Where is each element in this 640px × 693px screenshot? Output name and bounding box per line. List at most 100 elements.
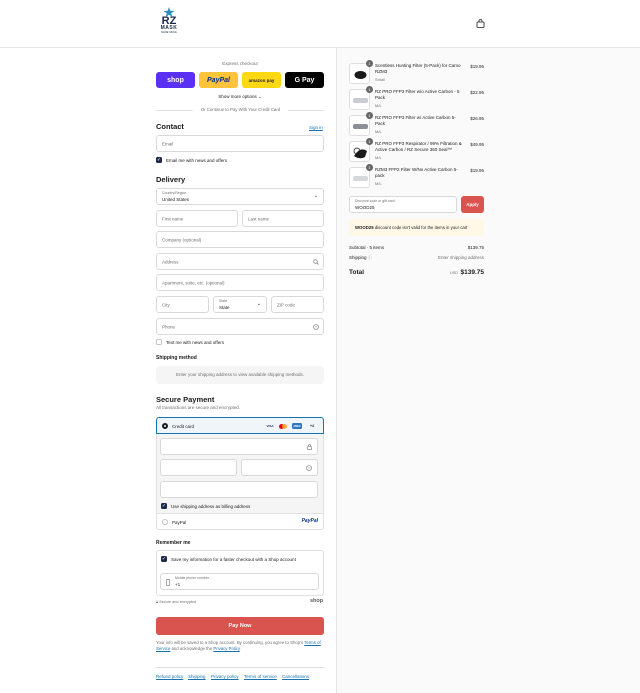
product-variant: M/L — [375, 129, 382, 134]
first-name-placeholder: First name — [162, 216, 184, 221]
amazon-pay-button[interactable]: amazon pay — [242, 72, 281, 88]
payment-subtitle: All transactions are secure and encrypte… — [156, 405, 241, 410]
respirator-mask-icon — [353, 147, 367, 159]
product-variant: Small — [375, 77, 386, 82]
terms-of-service-footer-link[interactable]: Terms of service — [244, 674, 277, 679]
phone-field[interactable]: Phone ? — [156, 318, 324, 335]
product-price: $19.95 — [470, 168, 484, 173]
discount-error-banner: WOOD25 discount code isn't valid for the… — [349, 219, 484, 236]
discount-code-field[interactable]: Discount code or gift card WOOD25 — [349, 196, 457, 213]
svg-text:?: ? — [308, 466, 310, 470]
help-circle-icon[interactable]: ⓘ — [368, 255, 372, 260]
product-price: $19.95 — [470, 64, 484, 69]
lock-icon — [307, 444, 312, 450]
google-pay-button[interactable]: G Pay — [285, 72, 324, 88]
search-icon — [313, 259, 319, 265]
paypal-radio[interactable] — [162, 519, 168, 525]
secure-encrypted-note: 🔒︎ Secure and encrypted — [156, 600, 196, 604]
use-shipping-label: Use shipping address as billing address — [171, 504, 251, 509]
city-field[interactable]: City — [156, 296, 209, 313]
chevron-down-icon: ⌄ — [258, 94, 262, 99]
text-news-checkbox[interactable] — [156, 339, 162, 345]
divider-left — [156, 110, 193, 111]
phone-placeholder: Phone — [162, 324, 176, 329]
logo-tag-text: MADE SINCE — [161, 31, 177, 34]
email-news-checkbox[interactable]: ✓ — [156, 157, 162, 163]
quantity-badge: 1 — [366, 164, 373, 171]
apply-label: Apply — [466, 202, 479, 207]
apartment-field[interactable]: Apartment, suite, etc. (optional) — [156, 274, 324, 291]
quantity-badge: 1 — [366, 112, 373, 119]
country-value: United States — [162, 197, 190, 202]
paypal-button[interactable]: PayPal — [199, 72, 238, 88]
apartment-placeholder: Apartment, suite, etc. (optional) — [162, 280, 225, 285]
quantity-badge: 1 — [366, 138, 373, 145]
pay-now-button[interactable]: Pay Now — [156, 617, 324, 635]
product-variant: M/L — [375, 155, 382, 160]
shopping-bag-icon[interactable] — [476, 19, 485, 28]
paypal-logo-icon: PayPal — [301, 518, 318, 524]
text-news-label: Text me with news and offers — [166, 340, 224, 345]
shipping-link[interactable]: Shipping — [188, 674, 206, 679]
more-cards-badge: +4 — [310, 424, 314, 428]
expiration-field[interactable] — [160, 459, 237, 476]
shop-logo: shop — [310, 598, 324, 604]
store-logo[interactable]: RZ MASK MADE SINCE — [156, 7, 182, 41]
privacy-policy-link[interactable]: Privacy Policy — [213, 646, 239, 651]
amex-icon: AMEX — [292, 423, 302, 429]
express-checkout-label: Express checkout — [222, 61, 258, 66]
zip-field[interactable]: ZIP code — [271, 296, 324, 313]
last-name-field[interactable]: Last name — [242, 210, 324, 227]
show-more-options-link[interactable]: Show more options ⌄ — [156, 94, 324, 100]
pay-now-label: Pay Now — [228, 623, 252, 629]
secure-encrypted-label: Secure and encrypted — [159, 600, 197, 604]
address-field[interactable]: Address — [156, 253, 324, 270]
paypal-option-label: PayPal — [172, 519, 187, 525]
shop-pay-label: shop — [167, 76, 184, 84]
product-title: RZ PRO FFP3 Filter w/o Active Carbon - 5… — [375, 89, 460, 100]
product-price: $49.95 — [470, 142, 484, 147]
use-shipping-checkbox[interactable]: ✓ — [161, 503, 167, 509]
filter-product-icon — [353, 124, 368, 129]
state-select[interactable]: State State ⌄ — [213, 296, 267, 313]
first-name-field[interactable]: First name — [156, 210, 238, 227]
save-info-checkbox[interactable]: ✓ — [161, 556, 167, 562]
mobile-phone-label: Mobile phone number — [175, 576, 209, 580]
footer-divider — [156, 667, 324, 668]
security-code-field[interactable]: ? — [241, 459, 318, 476]
shipping-label: Shipping ⓘ — [349, 255, 372, 261]
apply-discount-button[interactable]: Apply — [461, 196, 484, 213]
card-number-field[interactable] — [160, 438, 318, 455]
mobile-phone-field[interactable]: Mobile phone number +1 — [160, 573, 319, 590]
divider-right — [288, 110, 324, 111]
state-label: State — [219, 299, 228, 303]
refund-policy-link[interactable]: Refund policy — [156, 674, 183, 679]
privacy-policy-footer-link[interactable]: Privacy policy — [211, 674, 239, 679]
company-field[interactable]: Company (optional) — [156, 231, 324, 248]
lock-icon: 🔒︎ — [156, 600, 159, 604]
filter-product-icon — [353, 176, 368, 181]
sign-in-link[interactable]: Sign in — [309, 125, 323, 130]
credit-card-radio[interactable] — [162, 423, 168, 429]
product-title: RZM3 FFP2 Filter W/No Active Carbon 5-pa… — [375, 167, 458, 178]
credit-card-option[interactable]: Credit card VISA AMEX +4 — [156, 417, 324, 434]
paypal-label: PayPal — [207, 76, 230, 84]
name-on-card-field[interactable] — [160, 481, 318, 498]
legal-and: and acknowledge the — [171, 646, 213, 651]
help-circle-icon[interactable]: ? — [306, 465, 312, 471]
last-name-placeholder: Last name — [248, 216, 270, 221]
email-field[interactable]: Email — [156, 135, 324, 152]
country-select[interactable]: Country/Region United States ⌄ — [156, 188, 324, 205]
paypal-option[interactable]: PayPal PayPal — [156, 513, 324, 530]
remember-me-heading: Remember me — [156, 540, 191, 546]
legal-text: Your info will be saved to a Shop accoun… — [156, 640, 324, 652]
product-variant: M/L — [375, 181, 382, 186]
shop-pay-button[interactable]: shop — [156, 72, 195, 88]
shipping-label-text: Shipping — [349, 255, 367, 260]
contact-heading: Contact — [156, 122, 184, 131]
cancellations-link[interactable]: Cancellations — [282, 674, 309, 679]
help-circle-icon[interactable]: ? — [313, 324, 319, 330]
legal-line1: Your info will be saved to a Shop accoun… — [156, 640, 304, 645]
shipping-method-heading: Shipping method — [156, 355, 197, 361]
filter-product-icon — [354, 71, 367, 79]
